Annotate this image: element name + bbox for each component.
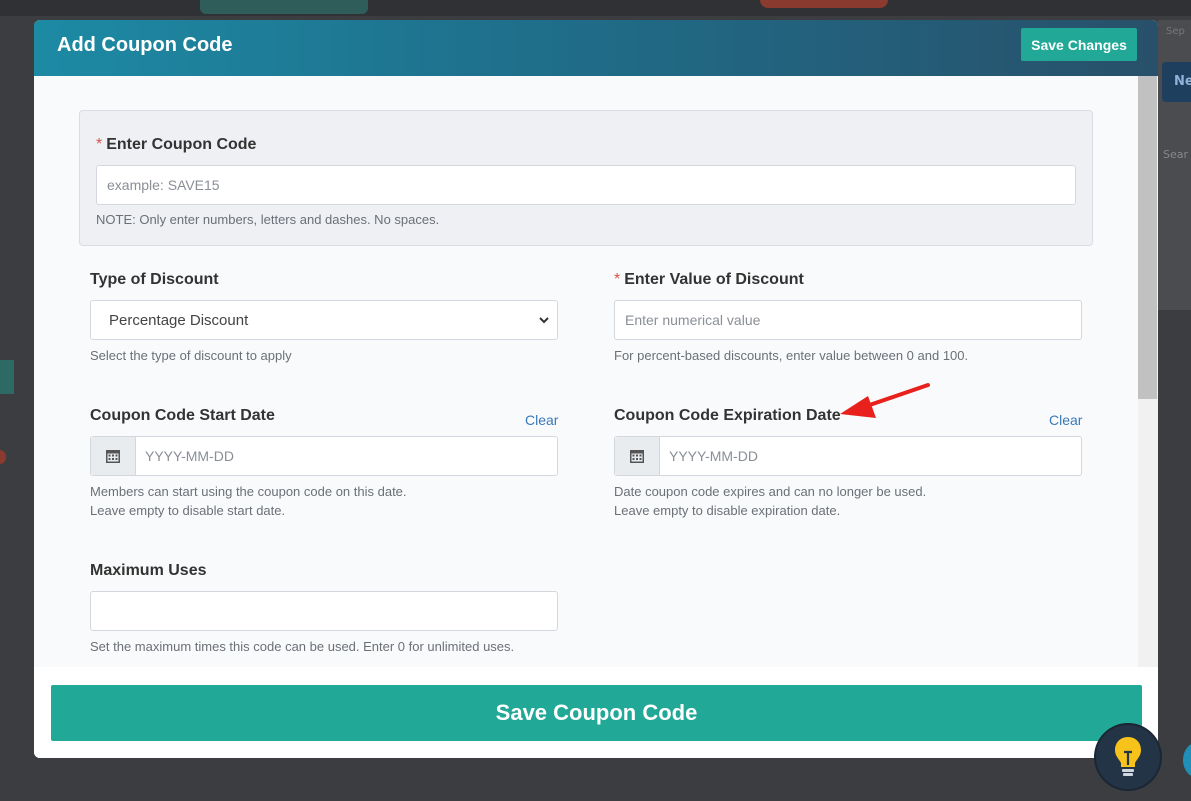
expiration-date-help: Date coupon code expires and can no long… (614, 482, 926, 520)
coupon-code-note: NOTE: Only enter numbers, letters and da… (96, 212, 440, 227)
discount-value-help: For percent-based discounts, enter value… (614, 348, 969, 363)
background-left-tab (0, 360, 14, 394)
save-changes-button[interactable]: Save Changes (1021, 28, 1137, 61)
max-uses-input[interactable] (90, 591, 558, 631)
expiration-date-label: Coupon Code Expiration Date (614, 407, 841, 424)
background-pill (760, 0, 888, 8)
discount-type-selected: Percentage Discount (109, 312, 249, 329)
expiration-date-help-line2: Leave empty to disable expiration date. (614, 503, 841, 518)
modal-footer: Save Coupon Code (34, 667, 1158, 758)
coupon-code-label-text: Enter Coupon Code (106, 136, 257, 153)
start-date-clear-link[interactable]: Clear (525, 412, 558, 428)
discount-value-placeholder: Enter numerical value (625, 312, 761, 328)
background-search-label: Sear (1163, 148, 1189, 161)
start-date-label: Coupon Code Start Date (90, 407, 275, 424)
save-coupon-code-button[interactable]: Save Coupon Code (51, 685, 1142, 741)
start-date-calendar-button[interactable] (91, 437, 136, 475)
calendar-icon (630, 450, 644, 463)
background-tab (200, 0, 368, 14)
modal-scrollbar-thumb[interactable] (1138, 76, 1157, 399)
expiration-date-placeholder: YYYY-MM-DD (669, 448, 758, 464)
start-date-input[interactable]: YYYY-MM-DD (90, 436, 558, 476)
required-mark: * (614, 271, 621, 288)
discount-type-label: Type of Discount (90, 271, 219, 288)
discount-value-input[interactable]: Enter numerical value (614, 300, 1082, 340)
start-date-help-line2: Leave empty to disable start date. (90, 503, 286, 518)
background-help-circle (1183, 742, 1191, 778)
expiration-date-calendar-button[interactable] (615, 437, 660, 475)
start-date-help: Members can start using the coupon code … (90, 482, 407, 520)
annotation-arrow (840, 383, 930, 418)
start-date-help-line1: Members can start using the coupon code … (90, 484, 407, 499)
discount-type-select[interactable]: Percentage Discount (90, 300, 558, 340)
modal-title: Add Coupon Code (57, 34, 233, 56)
add-coupon-modal: Add Coupon Code Save Changes * Enter Coup… (34, 20, 1158, 758)
max-uses-label: Maximum Uses (90, 562, 207, 579)
coupon-code-input[interactable]: example: SAVE15 (96, 165, 1076, 205)
expiration-date-help-line1: Date coupon code expires and can no long… (614, 484, 927, 499)
expiration-date-input[interactable]: YYYY-MM-DD (614, 436, 1082, 476)
coupon-code-placeholder: example: SAVE15 (107, 177, 220, 193)
modal-body: * Enter Coupon Code example: SAVE15 NOTE:… (34, 76, 1138, 667)
modal-header: Add Coupon Code Save Changes (34, 20, 1158, 77)
discount-value-label-text: Enter Value of Discount (624, 271, 804, 288)
discount-value-label: * Enter Value of Discount (614, 271, 804, 289)
background-top-label: Sep (1166, 26, 1185, 37)
required-mark: * (96, 136, 103, 153)
background-left-badge (0, 450, 6, 464)
max-uses-help: Set the maximum times this code can be u… (90, 639, 515, 654)
start-date-placeholder: YYYY-MM-DD (145, 448, 234, 464)
lightbulb-help-button[interactable] (1096, 725, 1160, 789)
coupon-code-panel: * Enter Coupon Code example: SAVE15 NOTE:… (79, 110, 1093, 246)
coupon-code-label: * Enter Coupon Code (96, 136, 256, 154)
chevron-down-icon (539, 317, 549, 324)
lightbulb-icon (1115, 737, 1141, 776)
discount-type-help: Select the type of discount to apply (90, 348, 292, 363)
background-topbar (0, 0, 1191, 16)
background-new-button-label: Ne (1174, 74, 1191, 89)
expiration-date-clear-link[interactable]: Clear (1049, 412, 1082, 428)
calendar-icon (106, 450, 120, 463)
